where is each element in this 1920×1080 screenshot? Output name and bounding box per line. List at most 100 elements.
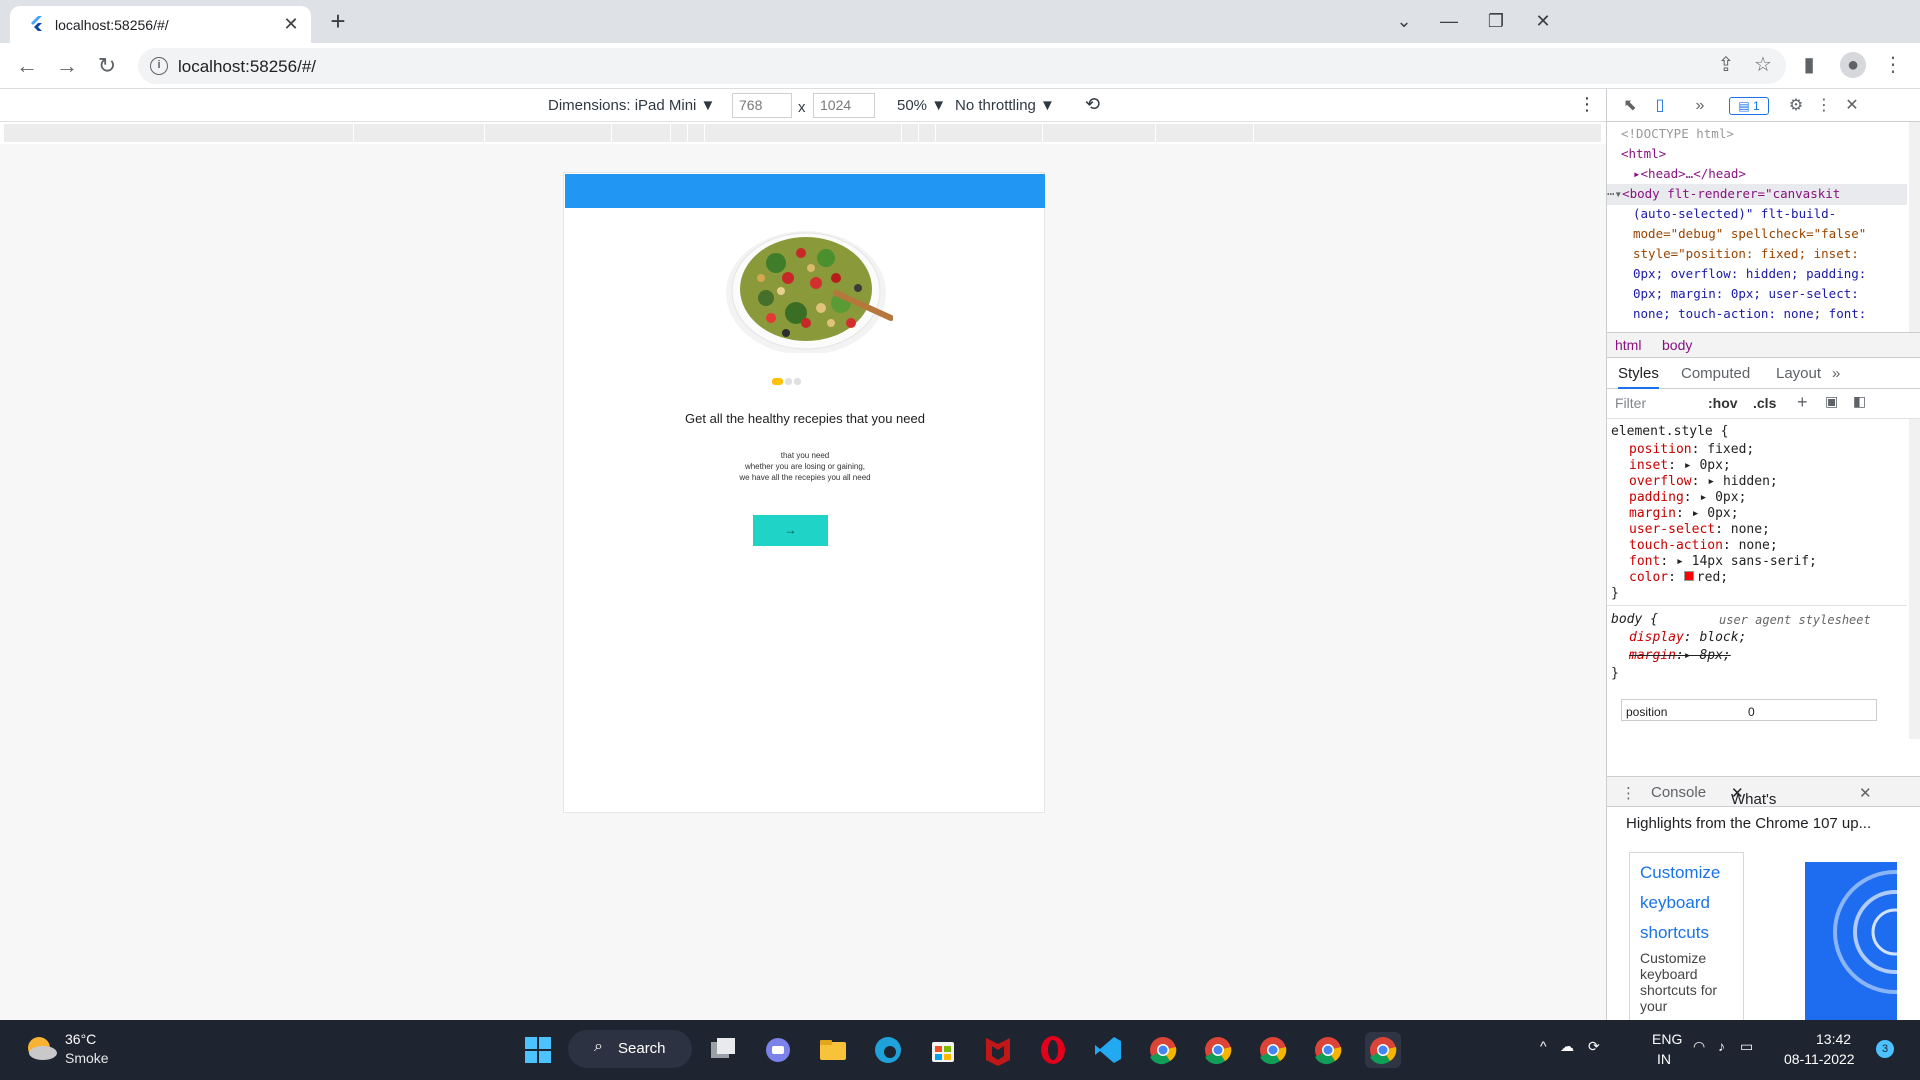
clock-time[interactable]: 13:42	[1816, 1031, 1851, 1047]
close-devtools-icon[interactable]: ✕	[1841, 95, 1863, 117]
forward-icon[interactable]: →	[52, 51, 82, 81]
more-menu-icon[interactable]: ⋮	[1880, 52, 1906, 78]
styles-filter-input[interactable]: Filter	[1615, 395, 1646, 411]
tab-search-icon[interactable]: ⌄	[1391, 8, 1417, 34]
device-toggle-icon[interactable]: ▯	[1649, 95, 1671, 117]
chrome-icon[interactable]	[1145, 1032, 1181, 1068]
doctype-node[interactable]: <!DOCTYPE html>	[1621, 124, 1734, 145]
tab-computed[interactable]: Computed	[1681, 365, 1750, 382]
cls-toggle[interactable]: .cls	[1753, 395, 1776, 411]
taskbar-search[interactable]: ⌕ Search	[568, 1030, 692, 1068]
box-model-preview: position 0	[1621, 699, 1877, 721]
bookmark-star-icon[interactable]: ☆	[1750, 52, 1776, 78]
page-dot[interactable]	[794, 378, 801, 385]
styles-scrollbar[interactable]	[1909, 419, 1920, 739]
vscode-icon[interactable]	[1090, 1032, 1126, 1068]
tab-whats-new[interactable]: What's New ✕	[1731, 784, 1776, 825]
feature-card[interactable]: Customize keyboard shortcuts Customize k…	[1629, 852, 1744, 1022]
more-style-tabs-icon[interactable]: »	[1832, 365, 1840, 382]
page-indicator	[772, 378, 832, 386]
next-button[interactable]: →	[753, 515, 828, 546]
rotate-icon[interactable]: ⟲	[1085, 94, 1100, 115]
onedrive-icon[interactable]: ☁	[1560, 1038, 1574, 1055]
device-dimensions-select[interactable]: Dimensions: iPad Mini ▼	[548, 97, 715, 114]
breadcrumb-html[interactable]: html	[1615, 337, 1641, 353]
paint-icon[interactable]: ▣	[1825, 393, 1838, 410]
page-dot-active[interactable]	[772, 378, 783, 385]
page-dot[interactable]	[785, 378, 792, 385]
new-rule-icon[interactable]: +	[1797, 392, 1808, 413]
device-more-icon[interactable]: ⋮	[1578, 94, 1596, 115]
tab-close-icon[interactable]: ✕	[281, 14, 301, 34]
weather-sun-icon[interactable]	[24, 1034, 58, 1062]
edge-browser-icon[interactable]	[870, 1032, 906, 1068]
breadcrumb-body[interactable]: body	[1662, 337, 1692, 353]
body-node[interactable]: ⋯▾<body flt-renderer="canvaskit	[1607, 184, 1907, 205]
ruler-segment	[484, 124, 485, 142]
ruler-segment	[670, 124, 671, 142]
elements-scrollbar[interactable]	[1909, 122, 1920, 332]
ruler-segment	[1042, 124, 1043, 142]
tab-console[interactable]: Console	[1651, 784, 1706, 801]
wifi-icon[interactable]: ◠	[1693, 1038, 1705, 1055]
tab-styles[interactable]: Styles	[1618, 365, 1659, 389]
restore-icon[interactable]: ❐	[1483, 8, 1509, 34]
drawer-menu-icon[interactable]: ⋮	[1621, 784, 1636, 802]
device-toolbar: Dimensions: iPad Mini ▼ 768 x 1024 50% ▼…	[0, 89, 1606, 122]
url-text: localhost:58256/#/	[178, 57, 316, 76]
microsoft-store-icon[interactable]	[925, 1032, 961, 1068]
issues-badge[interactable]: ▤ 1	[1729, 97, 1769, 115]
chrome-icon[interactable]	[1255, 1032, 1291, 1068]
side-panel-icon[interactable]: ▮	[1796, 52, 1822, 78]
battery-icon[interactable]: ▭	[1740, 1038, 1753, 1055]
reload-icon[interactable]: ↻	[92, 51, 122, 81]
minimize-icon[interactable]: —	[1436, 8, 1462, 34]
device-height-input[interactable]: 1024	[813, 93, 875, 118]
teams-chat-icon[interactable]	[760, 1032, 796, 1068]
windows-start-icon[interactable]	[520, 1032, 556, 1068]
body-attr-line: mode="debug" spellcheck="false"	[1633, 226, 1867, 241]
sync-icon[interactable]: ⟳	[1588, 1038, 1600, 1055]
volume-icon[interactable]: ♪	[1718, 1038, 1725, 1054]
site-info-icon[interactable]: i	[150, 57, 168, 75]
opera-browser-icon[interactable]	[1035, 1032, 1071, 1068]
rule-close-brace: }	[1611, 666, 1619, 681]
close-drawer-icon[interactable]: ✕	[1859, 784, 1872, 802]
head-node[interactable]: ▸<head>…</head>	[1633, 164, 1746, 185]
clock-date[interactable]: 08-11-2022	[1784, 1051, 1855, 1067]
tab-strip: localhost:58256/#/ ✕ + ⌄ — ❐ ✕	[0, 0, 1920, 43]
show-hidden-icons-icon[interactable]: ^	[1540, 1038, 1547, 1054]
region-indicator[interactable]: IN	[1657, 1051, 1671, 1067]
zoom-select[interactable]: 50% ▼	[897, 97, 946, 114]
devtools-menu-icon[interactable]: ⋮	[1813, 95, 1835, 117]
media-query-ruler[interactable]	[4, 124, 1601, 142]
chrome-icon[interactable]	[1365, 1032, 1401, 1068]
throttling-select[interactable]: No throttling ▼	[955, 97, 1055, 114]
mcafee-icon[interactable]	[980, 1032, 1016, 1068]
inspect-element-icon[interactable]: ⬉	[1619, 95, 1641, 117]
whats-new-panel: Highlights from the Chrome 107 up... Cus…	[1607, 807, 1920, 1022]
file-explorer-icon[interactable]	[815, 1032, 851, 1068]
notification-badge[interactable]: 3	[1876, 1040, 1894, 1058]
html-node[interactable]: <html>	[1621, 144, 1666, 165]
chrome-icon[interactable]	[1310, 1032, 1346, 1068]
new-tab-icon[interactable]: +	[325, 8, 351, 35]
settings-gear-icon[interactable]: ⚙	[1785, 95, 1807, 117]
browser-tab[interactable]: localhost:58256/#/ ✕	[10, 6, 311, 43]
address-bar[interactable]: i localhost:58256/#/	[138, 48, 1786, 84]
chrome-icon[interactable]	[1200, 1032, 1236, 1068]
more-tabs-icon[interactable]: »	[1689, 95, 1711, 117]
feature-card-title[interactable]: Customize keyboard shortcuts	[1640, 858, 1720, 948]
hov-toggle[interactable]: :hov	[1708, 395, 1738, 411]
back-icon[interactable]: ←	[12, 51, 42, 81]
color-swatch[interactable]	[1683, 571, 1694, 581]
share-icon[interactable]: ⇪	[1713, 52, 1739, 78]
profile-avatar-icon[interactable]: ●	[1840, 52, 1866, 78]
device-width-input[interactable]: 768	[732, 93, 792, 118]
tab-layout[interactable]: Layout	[1776, 365, 1821, 382]
language-indicator[interactable]: ENG	[1652, 1031, 1682, 1047]
task-view-icon[interactable]	[705, 1032, 741, 1068]
window-close-icon[interactable]: ✕	[1530, 8, 1556, 34]
style-declaration[interactable]: color: red;	[1629, 569, 1728, 587]
toggle-sidebar-icon[interactable]: ◧	[1853, 393, 1866, 410]
